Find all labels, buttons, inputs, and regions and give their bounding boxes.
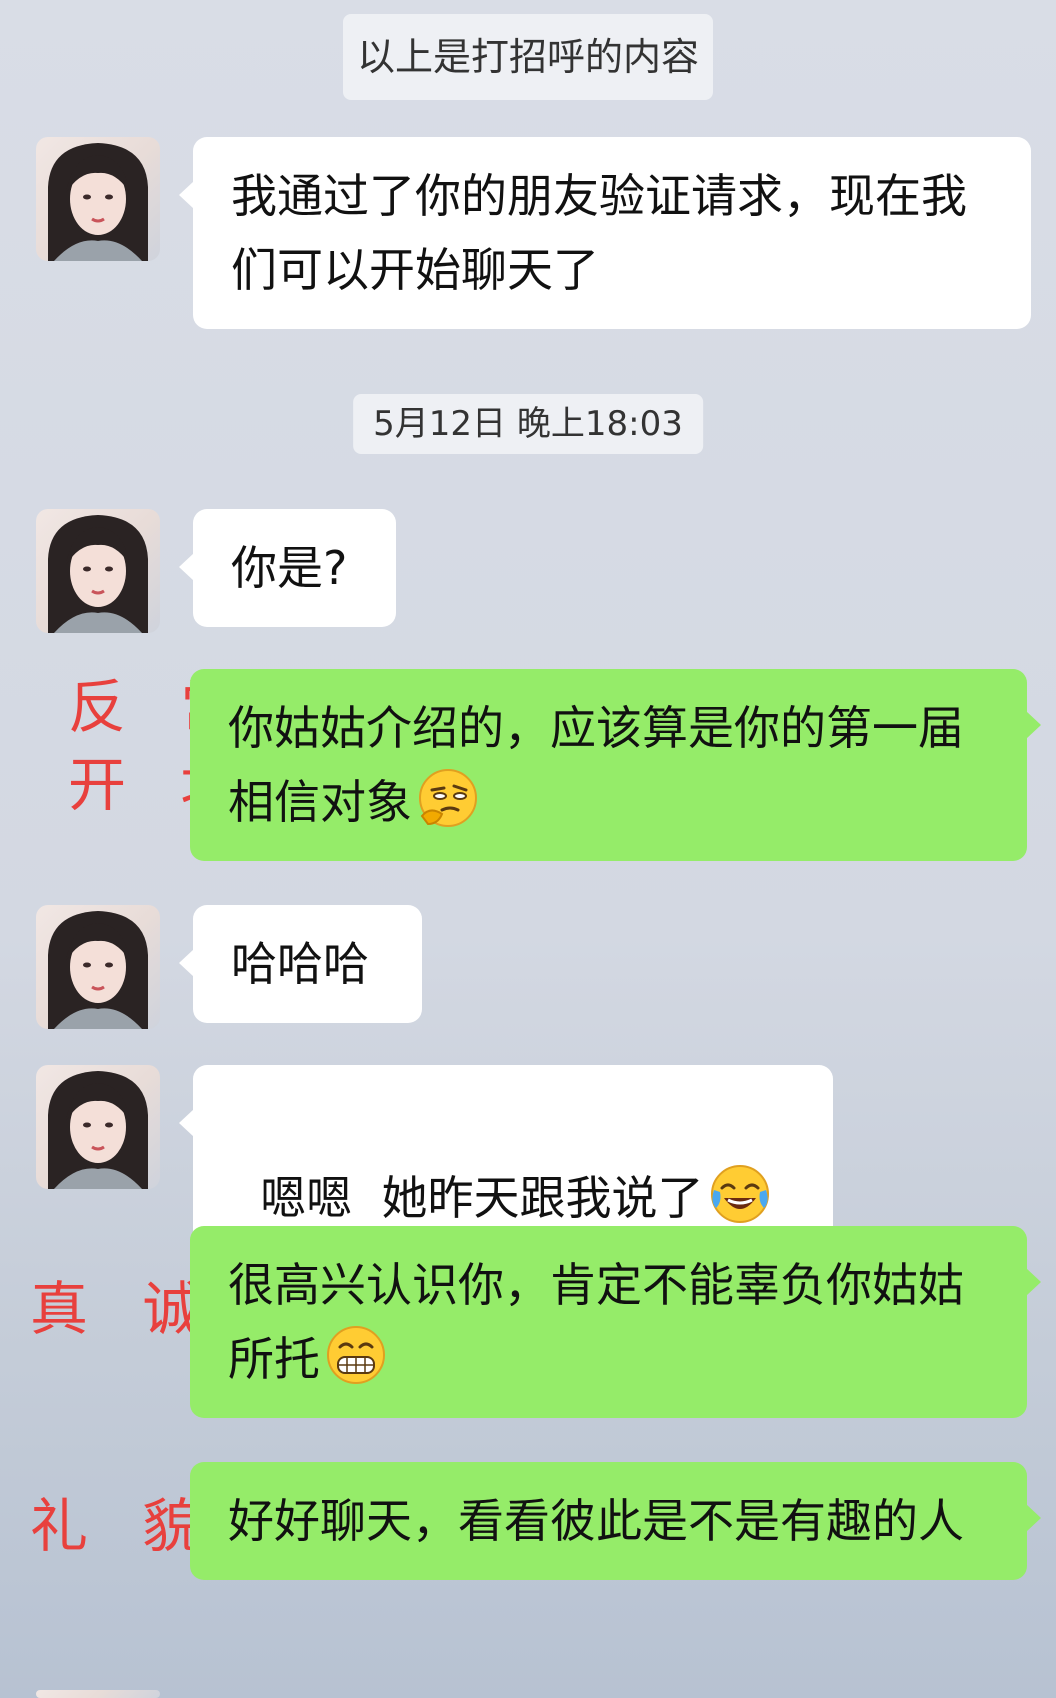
message-text: 我通过了你的朋友验证请求，现在我们可以开始聊天了 bbox=[231, 169, 967, 297]
avatar[interactable] bbox=[36, 905, 160, 1029]
grinning-teeth-emoji bbox=[327, 1326, 385, 1384]
timestamp: 5月12日 晚上18:03 bbox=[353, 394, 703, 454]
message-text: 嗯嗯 她昨天跟我说了 bbox=[260, 1171, 704, 1225]
message-text: 你姑姑介绍的，应该算是你的第一届相信对象 bbox=[228, 701, 964, 829]
message-bubble-outgoing[interactable]: 很高兴认识你，肯定不能辜负你姑姑所托 bbox=[190, 1226, 1041, 1418]
message-bubble-outgoing[interactable]: 你姑姑介绍的，应该算是你的第一届相信对象 bbox=[190, 669, 1041, 861]
message-bubble-incoming[interactable]: 你是? bbox=[179, 509, 396, 627]
message-text: 好好聊天，看看彼此是不是有趣的人 bbox=[228, 1494, 964, 1548]
message-bubble-outgoing[interactable]: 好好聊天，看看彼此是不是有趣的人 bbox=[190, 1462, 1041, 1580]
avatar[interactable] bbox=[36, 137, 160, 261]
message-text: 你是? bbox=[231, 541, 348, 595]
tears-of-joy-emoji bbox=[710, 1165, 769, 1223]
avatar[interactable] bbox=[36, 1065, 160, 1189]
message-bubble-incoming[interactable]: 哈哈哈 bbox=[179, 905, 422, 1023]
smirk-hand-on-chin-emoji bbox=[419, 769, 477, 827]
message-text: 哈哈哈 bbox=[231, 937, 369, 991]
message-bubble-incoming[interactable]: 我通过了你的朋友验证请求，现在我们可以开始聊天了 bbox=[179, 137, 1031, 329]
avatar[interactable] bbox=[36, 509, 160, 633]
system-notice-greeting: 以上是打招呼的内容 bbox=[342, 14, 714, 100]
avatar[interactable] bbox=[36, 1690, 160, 1698]
